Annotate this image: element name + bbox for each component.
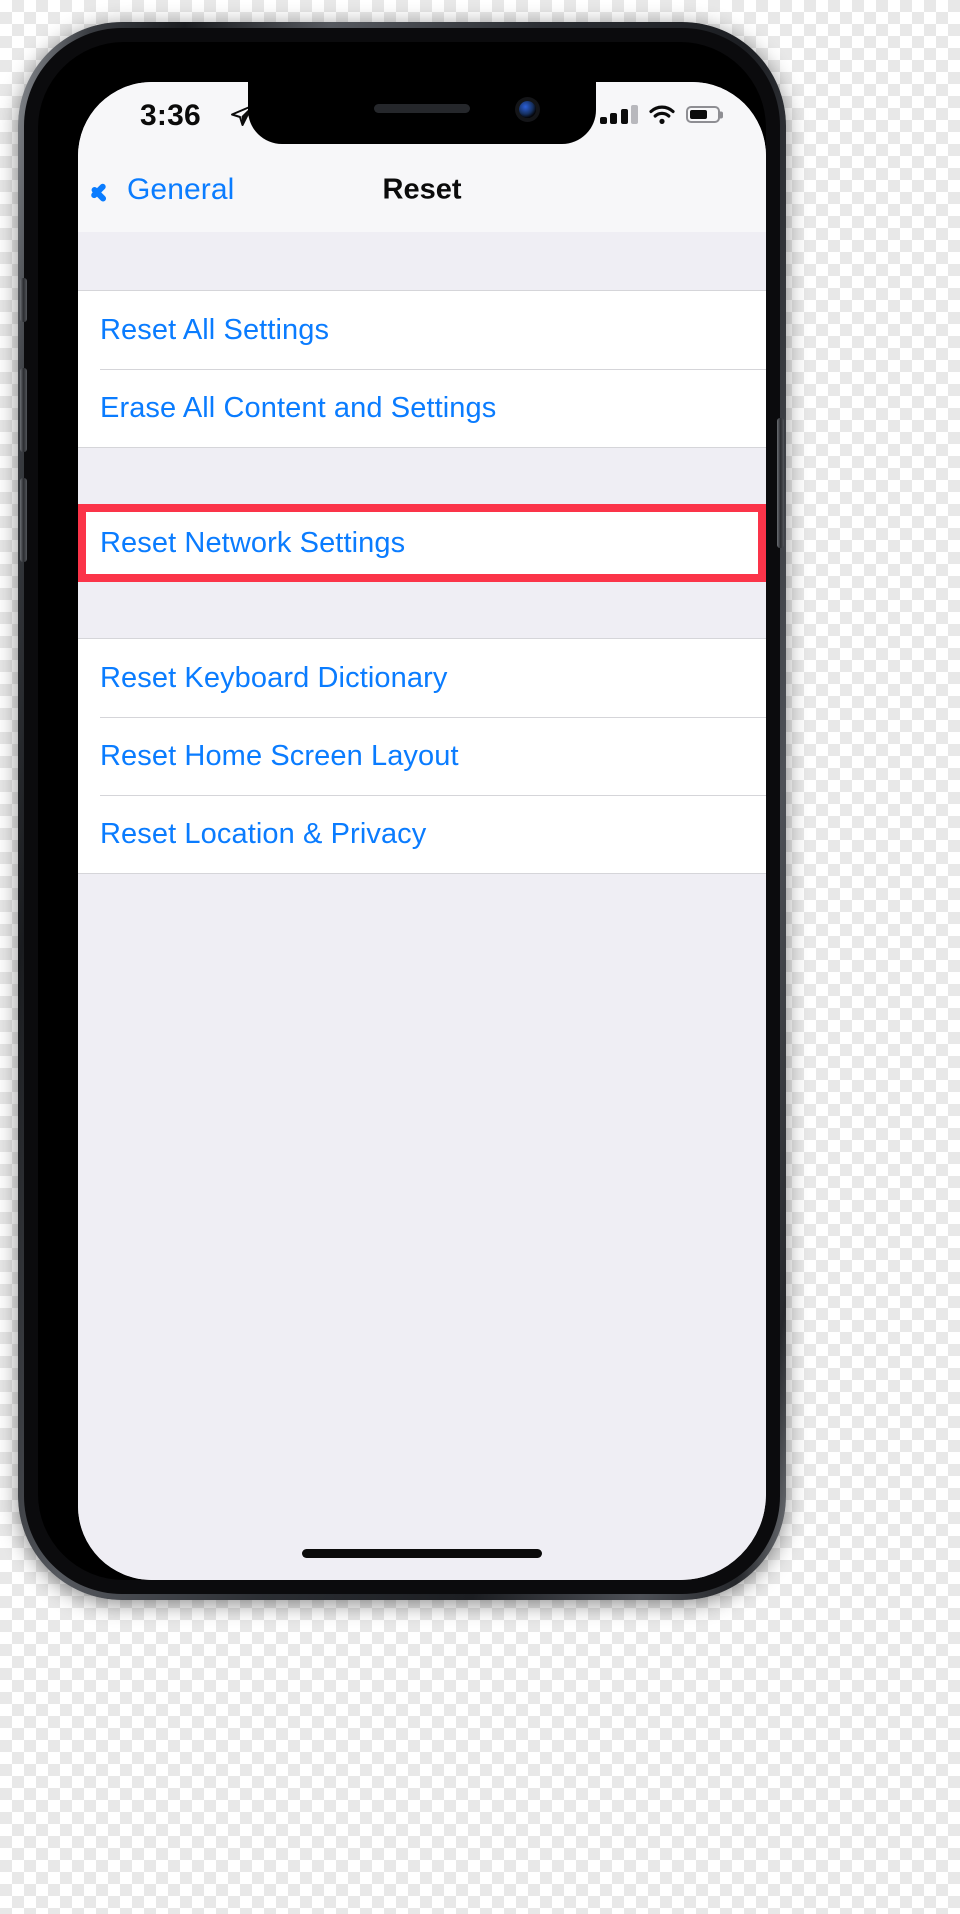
- page-title: Reset: [382, 173, 462, 206]
- row-label: Reset Location & Privacy: [100, 817, 427, 850]
- row-reset-keyboard-dictionary[interactable]: Reset Keyboard Dictionary: [78, 639, 766, 717]
- phone-screen: 3:36 General Reset Reset All Settings Er…: [78, 82, 766, 1580]
- row-label: Reset Keyboard Dictionary: [100, 661, 448, 694]
- cellular-signal-icon: [599, 105, 638, 124]
- navigation-bar: General Reset: [78, 148, 766, 232]
- settings-list[interactable]: Reset All Settings Erase All Content and…: [78, 232, 766, 1580]
- settings-group-2: Reset Network Settings: [78, 504, 766, 582]
- wifi-icon: [649, 105, 675, 124]
- settings-group-3: Reset Keyboard Dictionary Reset Home Scr…: [78, 638, 766, 874]
- device-bezel: 3:36 General Reset Reset All Settings Er…: [38, 42, 766, 1580]
- row-label: Reset Network Settings: [100, 526, 406, 559]
- row-reset-home-screen-layout[interactable]: Reset Home Screen Layout: [78, 717, 766, 795]
- earpiece-speaker-icon: [374, 104, 470, 113]
- settings-group-1: Reset All Settings Erase All Content and…: [78, 290, 766, 448]
- list-gap: [78, 232, 766, 290]
- row-erase-all-content-and-settings[interactable]: Erase All Content and Settings: [78, 369, 766, 447]
- row-label: Erase All Content and Settings: [100, 391, 497, 424]
- device-inner-frame: 3:36 General Reset Reset All Settings Er…: [20, 28, 784, 1594]
- row-reset-all-settings[interactable]: Reset All Settings: [78, 291, 766, 369]
- silent-switch[interactable]: [20, 278, 27, 322]
- list-gap: [78, 448, 766, 504]
- status-time: 3:36: [140, 99, 201, 132]
- status-indicators: [599, 104, 720, 125]
- iphone-device-frame: 3:36 General Reset Reset All Settings Er…: [18, 22, 786, 1600]
- volume-down-button[interactable]: [20, 478, 27, 562]
- battery-icon: [686, 106, 720, 123]
- power-button[interactable]: [777, 418, 784, 548]
- row-reset-location-and-privacy[interactable]: Reset Location & Privacy: [78, 795, 766, 873]
- row-reset-network-settings[interactable]: Reset Network Settings: [78, 504, 766, 582]
- front-camera-icon: [519, 101, 536, 118]
- volume-up-button[interactable]: [20, 368, 27, 452]
- row-label: Reset All Settings: [100, 313, 330, 346]
- row-label: Reset Home Screen Layout: [100, 739, 459, 772]
- home-indicator[interactable]: [302, 1549, 542, 1558]
- notch: [248, 82, 596, 144]
- list-gap: [78, 582, 766, 638]
